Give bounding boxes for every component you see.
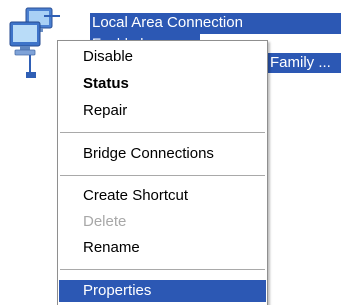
menu-item-create-shortcut[interactable]: Create Shortcut xyxy=(59,185,266,207)
menu-item-disable[interactable]: Disable xyxy=(59,46,266,68)
menu-item-status[interactable]: Status xyxy=(59,73,266,95)
context-menu: Disable Status Repair Bridge Connections… xyxy=(57,40,268,305)
menu-separator xyxy=(60,132,265,133)
menu-item-delete[interactable]: Delete xyxy=(59,211,266,233)
menu-item-repair[interactable]: Repair xyxy=(59,100,266,122)
connection-device-text: Family ... xyxy=(270,54,331,71)
menu-item-properties[interactable]: Properties xyxy=(59,280,266,302)
menu-item-bridge-connections[interactable]: Bridge Connections xyxy=(59,143,266,165)
network-connection-icon[interactable] xyxy=(4,6,62,88)
menu-separator xyxy=(60,175,265,176)
connection-title: Local Area Connection xyxy=(90,13,341,34)
menu-item-rename[interactable]: Rename xyxy=(59,237,266,259)
desktop-view: Local Area Connection Enabled Family ...… xyxy=(0,0,341,305)
menu-separator xyxy=(60,269,265,270)
